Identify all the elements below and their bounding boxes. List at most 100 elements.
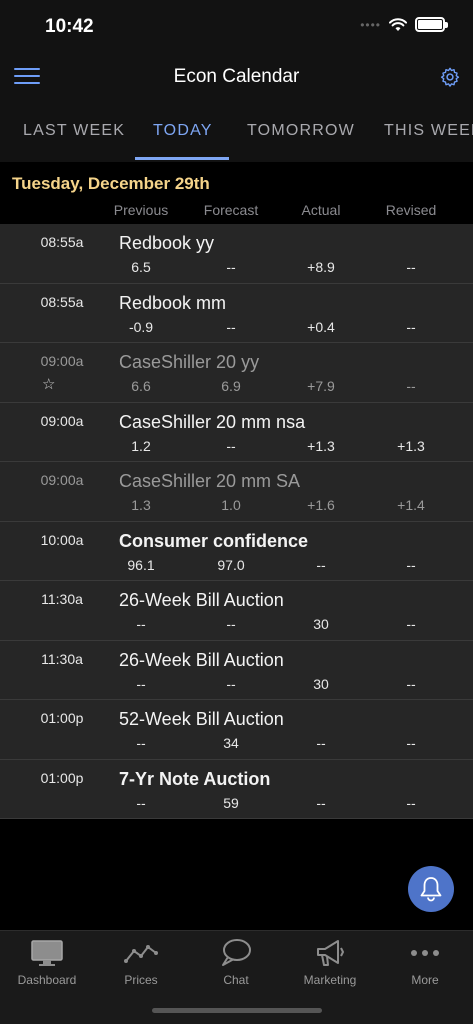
event-name: CaseShiller 20 mm nsa	[119, 411, 306, 432]
line-chart-icon	[124, 945, 158, 963]
date-header: Tuesday, December 29th Previous Forecast…	[0, 162, 473, 224]
tab-today[interactable]: TODAY	[153, 122, 213, 140]
megaphone-icon	[317, 940, 345, 966]
event-actual: +1.6	[307, 497, 335, 513]
event-row[interactable]: 11:30a 26-Week Bill Auction -- -- 30 --	[0, 640, 473, 700]
event-name: Redbook mm	[119, 292, 227, 313]
event-time: 09:00a	[40, 353, 84, 369]
nav-chat[interactable]: Chat	[189, 937, 283, 987]
nav-prices[interactable]: Prices	[94, 937, 188, 987]
event-name: 26-Week Bill Auction	[119, 590, 284, 610]
event-name: CaseShiller 20 yy	[119, 352, 260, 372]
event-time: 08:55a	[40, 234, 84, 250]
status-icons: ••••	[360, 17, 448, 32]
tab-this-week[interactable]: THIS WEEK	[384, 122, 473, 140]
event-previous: --	[136, 675, 146, 692]
tab-tomorrow[interactable]: TOMORROW	[247, 122, 355, 140]
page-title: Econ Calendar	[173, 66, 300, 87]
event-row[interactable]: 09:00a CaseShiller 20 mm nsa 1.2 -- +1.3…	[0, 402, 473, 462]
event-previous: 1.3	[131, 497, 151, 513]
wifi-icon	[389, 17, 407, 31]
nav-more[interactable]: More	[378, 937, 472, 987]
monitor-icon	[31, 940, 63, 966]
event-actual: 30	[313, 675, 329, 692]
event-previous: --	[136, 735, 146, 751]
event-row[interactable]: 09:00a ☆ CaseShiller 20 yy 6.6 6.9 +7.9 …	[0, 343, 473, 403]
event-name: Redbook yy	[119, 233, 215, 253]
event-actual: +8.9	[307, 259, 335, 275]
event-row[interactable]: 01:00p 52-Week Bill Auction -- 34 -- --	[0, 700, 473, 760]
battery-icon	[415, 17, 448, 32]
column-header-revised: Revised	[385, 202, 437, 218]
event-row[interactable]: 08:55a Redbook mm -0.9 -- +0.4 --	[0, 283, 473, 343]
event-time: 01:00p	[40, 710, 84, 726]
bell-icon	[420, 877, 442, 902]
event-forecast: --	[226, 437, 236, 454]
event-revised: +1.3	[397, 437, 425, 454]
event-revised: +1.4	[397, 497, 425, 513]
event-previous: 96.1	[127, 556, 155, 573]
event-list: 08:55a Redbook yy 6.5 -- +8.9 -- 08:55a …	[0, 224, 473, 819]
event-forecast: --	[226, 616, 236, 632]
signal-dots-icon: ••••	[360, 17, 381, 32]
nav-marketing[interactable]: Marketing	[283, 937, 377, 987]
alerts-button[interactable]	[408, 866, 454, 912]
nav-label: Prices	[124, 973, 158, 987]
event-actual: --	[316, 735, 326, 751]
event-row[interactable]: 08:55a Redbook yy 6.5 -- +8.9 --	[0, 224, 473, 284]
event-forecast: 34	[223, 735, 239, 751]
event-actual: +0.4	[307, 318, 335, 335]
event-time: 09:00a	[40, 412, 84, 429]
event-row[interactable]: 09:00a CaseShiller 20 mm SA 1.3 1.0 +1.6…	[0, 462, 473, 522]
event-revised: --	[406, 378, 416, 394]
tab-last-week[interactable]: LAST WEEK	[23, 122, 125, 140]
event-previous: --	[136, 616, 146, 632]
event-name: 7-Yr Note Auction	[119, 768, 271, 789]
nav-dashboard[interactable]: Dashboard	[0, 937, 94, 987]
home-indicator	[152, 1008, 322, 1013]
event-name: Consumer confidence	[119, 530, 309, 551]
app-header: Econ Calendar	[0, 52, 473, 102]
nav-label: Marketing	[303, 973, 357, 987]
event-actual: --	[316, 794, 326, 811]
event-actual: +7.9	[307, 378, 335, 394]
event-name: 52-Week Bill Auction	[119, 709, 284, 729]
event-previous: 6.6	[131, 378, 151, 394]
event-time: 08:55a	[40, 293, 84, 310]
star-icon[interactable]: ☆	[42, 375, 55, 393]
event-forecast: --	[226, 675, 236, 692]
nav-label: Dashboard	[17, 973, 77, 987]
column-header-actual: Actual	[301, 202, 341, 218]
event-forecast: 59	[223, 794, 239, 811]
chat-bubble-icon	[222, 939, 251, 966]
tab-strip: LAST WEEK TODAY TOMORROW THIS WEEK	[0, 102, 473, 162]
event-time: 11:30a	[41, 591, 83, 607]
column-header-forecast: Forecast	[203, 202, 259, 218]
status-bar: 10:42 ••••	[0, 0, 473, 52]
event-name: 26-Week Bill Auction	[119, 649, 284, 670]
column-header-previous: Previous	[113, 202, 169, 218]
event-forecast: --	[226, 318, 236, 335]
event-revised: --	[406, 616, 416, 632]
event-row[interactable]: 01:00p 7-Yr Note Auction -- 59 -- --	[0, 759, 473, 819]
event-previous: -0.9	[128, 318, 154, 335]
date-label: Tuesday, December 29th	[12, 174, 210, 193]
event-revised: --	[406, 675, 416, 692]
event-time: 10:00a	[40, 531, 84, 548]
nav-label: Chat	[223, 973, 249, 987]
event-revised: --	[406, 794, 416, 811]
event-actual: +1.3	[307, 437, 335, 454]
event-forecast: 97.0	[217, 556, 245, 573]
event-name: CaseShiller 20 mm SA	[119, 471, 301, 491]
event-revised: --	[406, 735, 416, 751]
event-time: 01:00p	[40, 769, 84, 786]
event-row[interactable]: 10:00a Consumer confidence 96.1 97.0 -- …	[0, 521, 473, 581]
event-time: 11:30a	[41, 650, 83, 667]
gear-icon[interactable]	[439, 66, 461, 88]
event-row[interactable]: 11:30a 26-Week Bill Auction -- -- 30 --	[0, 581, 473, 641]
event-previous: 1.2	[131, 437, 151, 454]
more-dots-icon	[411, 950, 439, 956]
status-time: 10:42	[45, 16, 94, 37]
event-actual: 30	[313, 616, 329, 632]
active-tab-indicator	[135, 157, 229, 160]
